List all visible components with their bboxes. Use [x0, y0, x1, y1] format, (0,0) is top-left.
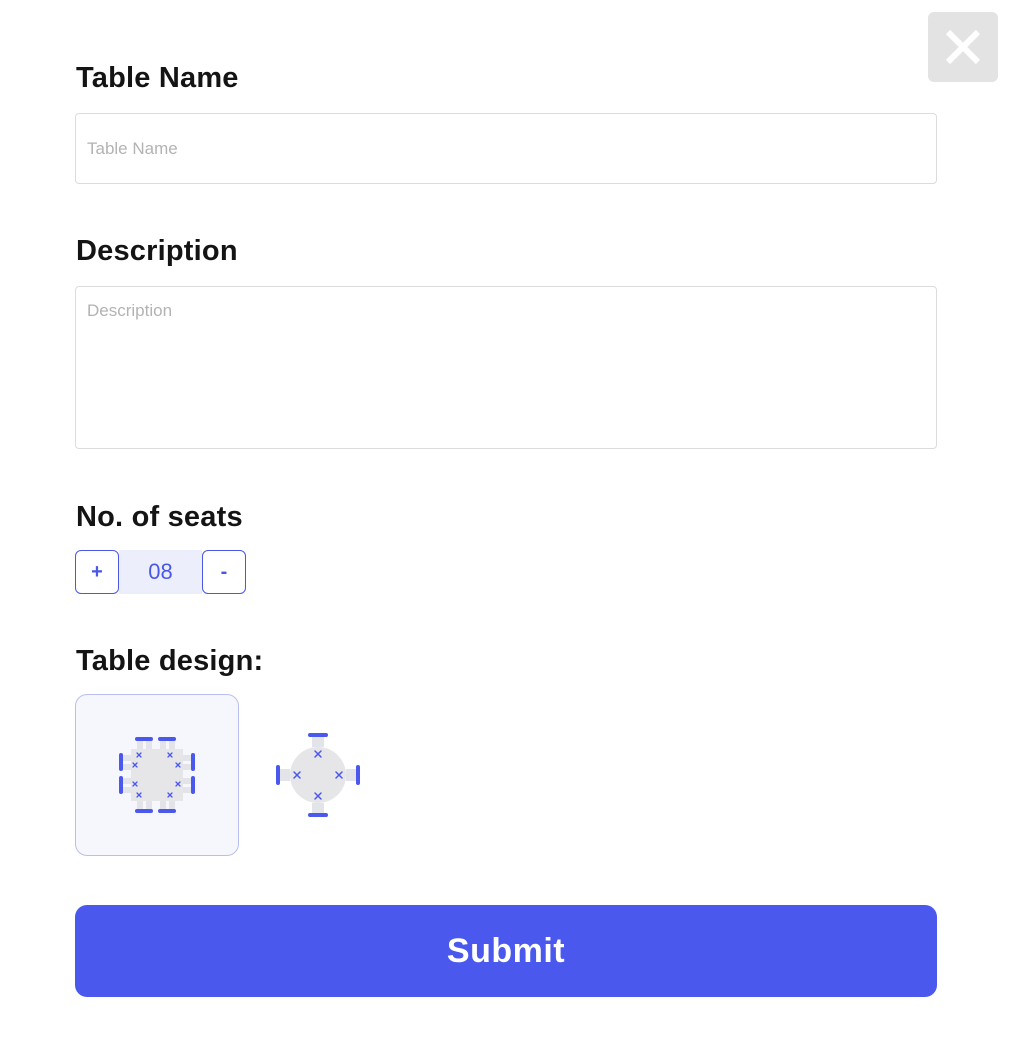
seats-decrement-button[interactable]: - — [202, 550, 246, 594]
seats-increment-button[interactable]: + — [75, 550, 119, 594]
seats-value: 08 — [119, 550, 202, 594]
table-design-label: Table design: — [76, 645, 264, 677]
submit-button[interactable]: Submit — [75, 905, 937, 997]
seats-stepper: + 08 - — [75, 550, 246, 594]
description-textarea[interactable] — [75, 286, 937, 449]
round-table-icon — [276, 733, 360, 817]
add-table-modal: Table Name Description No. of seats + 08… — [0, 0, 1013, 1058]
design-option-round[interactable] — [236, 694, 400, 856]
table-name-label: Table Name — [76, 62, 239, 94]
table-name-input[interactable] — [75, 113, 937, 184]
description-label: Description — [76, 235, 238, 267]
square-table-icon — [119, 737, 195, 813]
close-icon — [945, 29, 981, 65]
design-option-square[interactable] — [75, 694, 239, 856]
seats-label: No. of seats — [76, 501, 243, 533]
close-button[interactable] — [928, 12, 998, 82]
